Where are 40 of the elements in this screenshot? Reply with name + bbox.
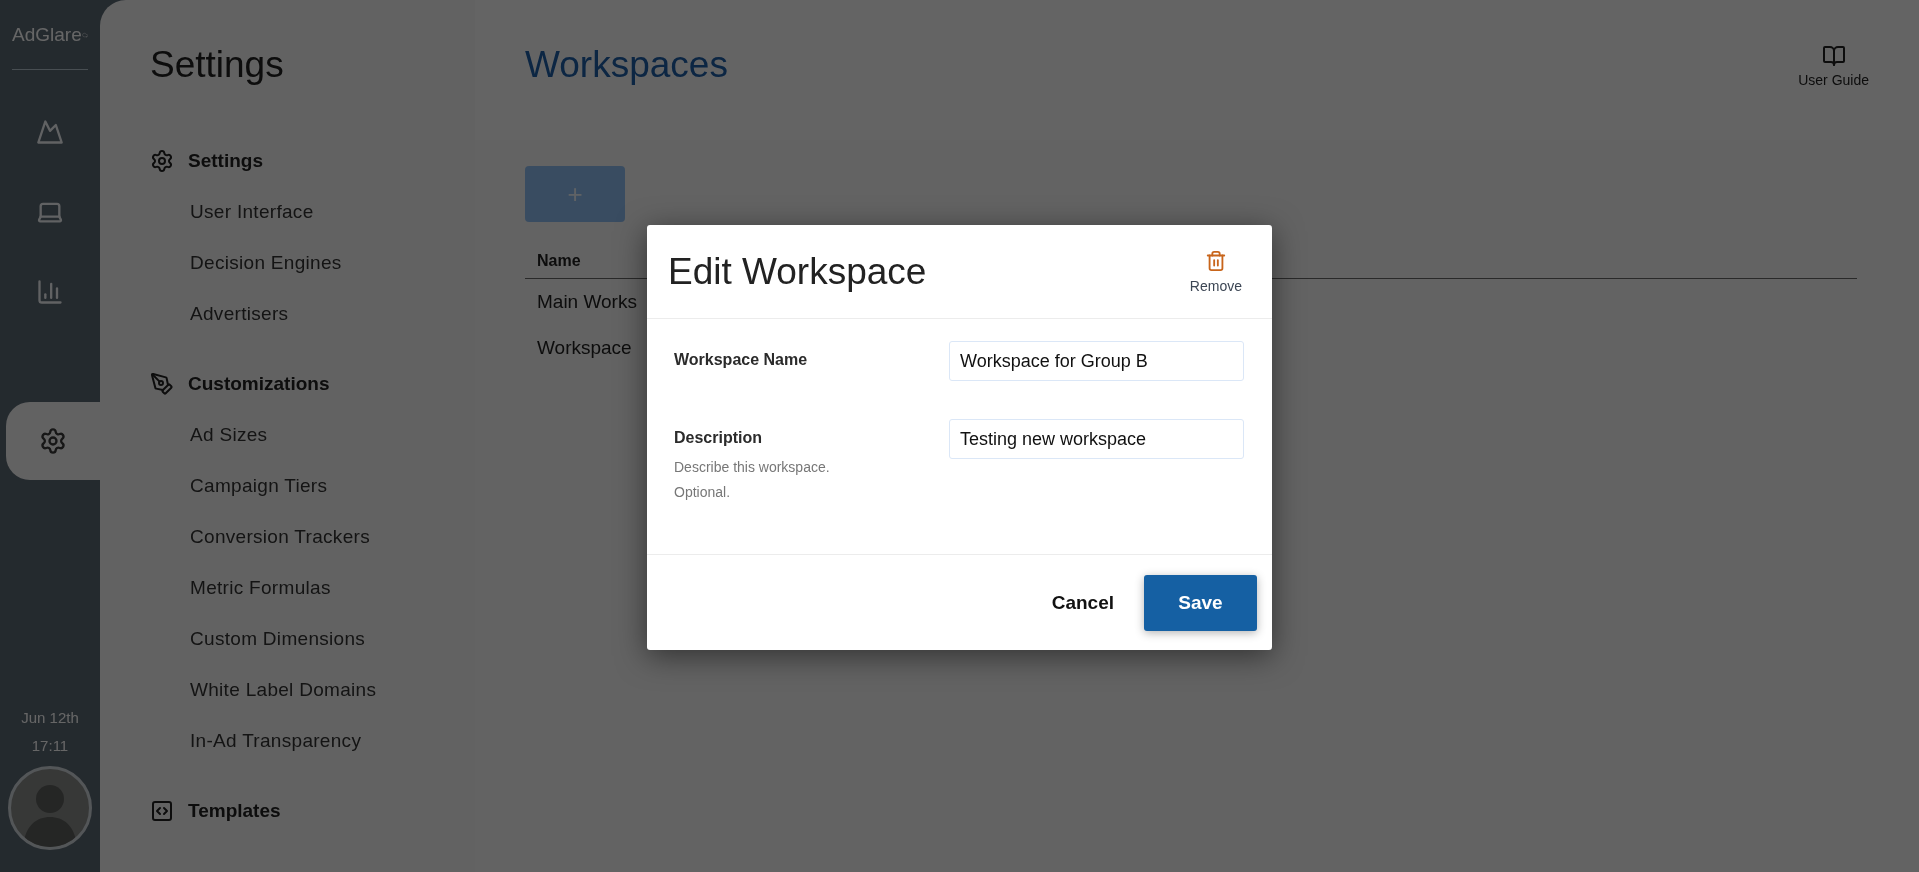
- remove-button[interactable]: Remove: [1189, 249, 1242, 294]
- nav-item[interactable]: [6, 402, 100, 480]
- field-label: Workspace Name: [674, 351, 809, 369]
- section-heading: Settings: [188, 150, 263, 172]
- menu-item[interactable]: Metric Formulas: [190, 562, 475, 613]
- input-field[interactable]: Workspace for Group B: [949, 341, 1244, 381]
- section-heading: Templates: [188, 800, 281, 822]
- menu-item[interactable]: Custom Dimensions: [190, 613, 475, 664]
- column-header: Name: [537, 252, 581, 269]
- menu-item[interactable]: Campaign Tiers: [190, 460, 475, 511]
- table-cell: Main Works: [537, 291, 637, 312]
- trash-icon: [1204, 249, 1227, 272]
- mountain-icon: [36, 118, 64, 146]
- menu-item[interactable]: Decision Engines: [190, 237, 475, 288]
- time-text: 17:11: [30, 736, 70, 756]
- book-icon: [1821, 44, 1846, 68]
- menu-item[interactable]: Conversion Trackers: [190, 511, 475, 562]
- save-button[interactable]: Save: [1144, 574, 1257, 631]
- menu-item[interactable]: Advertisers: [190, 288, 475, 339]
- page-title: Workspaces: [525, 44, 728, 86]
- panel-title: Settings: [150, 44, 285, 86]
- date-text: Jun 12th: [20, 708, 80, 728]
- code-icon: [150, 799, 174, 823]
- cancel-button[interactable]: Cancel: [1051, 591, 1114, 614]
- dialog-title: Edit Workspace: [668, 250, 927, 293]
- menu-item[interactable]: User Interface: [190, 186, 475, 237]
- menu-item[interactable]: In-Ad Transparency: [190, 715, 475, 766]
- menu-item[interactable]: White Label Domains: [190, 664, 475, 715]
- menu-item[interactable]: Ad Sizes: [190, 409, 475, 460]
- settings-icon: [150, 149, 174, 173]
- app-logo[interactable]: AdGlare: [12, 14, 88, 70]
- settings-icon: [39, 427, 67, 455]
- field-hint: Describe this workspace. Optional.: [674, 458, 831, 502]
- table-cell: Workspace: [537, 337, 632, 358]
- pen-icon: [150, 372, 174, 396]
- user-guide-button[interactable]: User Guide: [1798, 44, 1869, 88]
- field-label: Description: [674, 429, 763, 447]
- input-field[interactable]: Testing new workspace: [949, 419, 1244, 459]
- section-heading: Customizations: [188, 373, 330, 395]
- bar-chart-icon: [36, 278, 64, 306]
